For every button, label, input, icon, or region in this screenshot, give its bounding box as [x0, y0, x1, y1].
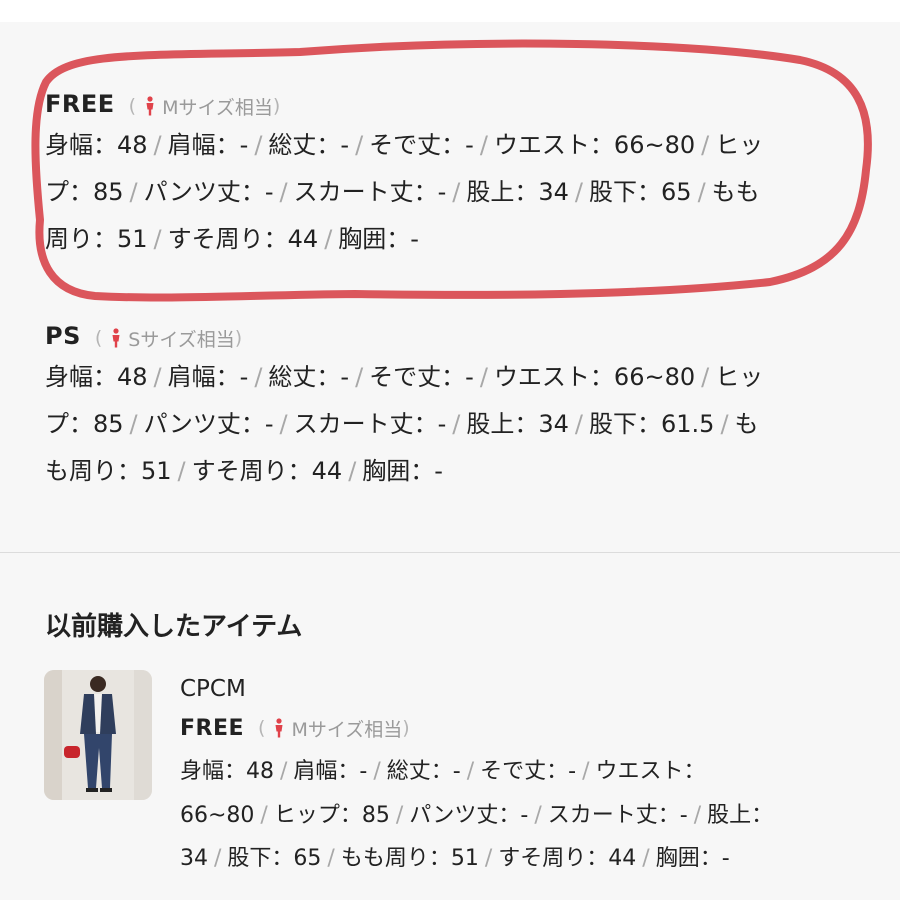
measure-sleeve: そで丈：-: [480, 759, 577, 784]
measure-hip: ヒップ：85: [273, 802, 390, 828]
previous-item-info[interactable]: CPCM FREE ( Mサイズ相当 ) 身幅：48/肩幅：- / 総丈：- / そで丈…: [180, 672, 870, 881]
measure-thigh: も周り：51: [45, 457, 172, 485]
size-equivalent-text: Mサイズ相当: [162, 96, 273, 119]
person-icon: [146, 96, 154, 116]
paren-open: (: [258, 717, 266, 739]
paren-open: (: [94, 327, 103, 349]
measure-hem: すそ周り：44: [191, 457, 343, 485]
section-title-previous-items: 以前購入したアイテム: [45, 612, 303, 642]
measure-hem: すそ周り：44: [167, 225, 319, 253]
size-name: FREE: [45, 90, 115, 118]
measurement-line: 34/股下：65/もも周り：51/すそ周り：44/胸囲：-: [180, 846, 730, 871]
size-equivalent-text: Mサイズ相当: [291, 718, 403, 741]
measure-chest: 胸囲：-: [655, 846, 730, 871]
measurement-line: プ：85/パンツ丈：- / スカート丈：- / 股上：34/股下：61.5/も: [45, 410, 759, 438]
measure-width: 身幅：48: [45, 363, 148, 391]
measure-length: 総丈：-: [386, 759, 461, 784]
paren-close: ): [402, 717, 410, 739]
measurement-line: プ：85/パンツ丈：- / スカート丈：- / 股上：34/股下：65/もも: [45, 178, 760, 206]
size-header: FREE ( Mサイズ相当 ): [45, 90, 865, 122]
paren-close: ): [234, 327, 243, 349]
measure-hem: すそ周り：44: [498, 846, 637, 871]
measure-hip-part: ヒッ: [715, 363, 764, 391]
measure-shoulder: 肩幅：-: [167, 363, 249, 391]
measure-hip-part: ヒッ: [715, 131, 764, 159]
measure-hip: プ：85: [45, 178, 124, 206]
measure-rise-value: 34: [180, 846, 208, 871]
measure-sleeve: そで丈：-: [369, 363, 474, 391]
top-strip: [0, 0, 900, 22]
product-thumbnail[interactable]: [44, 670, 152, 800]
item-brand: CPCM: [180, 676, 246, 702]
measurement-line: 周り：51/すそ周り：44/胸囲：-: [45, 225, 419, 253]
size-header: FREE ( Mサイズ相当 ): [180, 706, 870, 750]
measure-shoulder: 肩幅：-: [293, 759, 368, 784]
measure-waist: ウエスト：66~80: [493, 363, 696, 391]
paren-close: ): [272, 95, 281, 117]
size-block-free: FREE ( Mサイズ相当 ) 身幅：48/肩幅：- / 総丈：- / そで丈：- / ウエ…: [45, 90, 865, 263]
measure-pants-length: パンツ丈：-: [143, 410, 274, 438]
person-icon: [112, 328, 120, 348]
person-icon: [275, 718, 283, 738]
measure-rise: 股上：34: [466, 178, 569, 206]
measure-width: 身幅：48: [180, 759, 274, 784]
measure-thigh-part: も: [734, 410, 759, 438]
measure-pants-length: パンツ丈：-: [143, 178, 274, 206]
measurement-line: 身幅：48/肩幅：- / 総丈：- / そで丈：- / ウエスト：: [180, 759, 706, 784]
size-equivalent: ( Mサイズ相当 ): [258, 715, 410, 742]
measure-width: 身幅：48: [45, 131, 148, 159]
measure-sleeve: そで丈：-: [369, 131, 474, 159]
measure-hip: プ：85: [45, 410, 124, 438]
measure-waist-value: 66~80: [180, 802, 255, 828]
size-block-ps: PS ( Sサイズ相当 ) 身幅：48/肩幅：- / 総丈：- / そで丈：- / ウエスト…: [45, 322, 865, 495]
measure-inseam: 股下：65: [227, 846, 322, 871]
measure-rise-label: 股上：: [707, 802, 774, 828]
measure-chest: 胸囲：-: [338, 225, 419, 253]
size-equivalent-text: Sサイズ相当: [128, 328, 235, 351]
measurement-line: 身幅：48/肩幅：- / 総丈：- / そで丈：- / ウエスト：66~80/ヒッ: [45, 131, 764, 159]
measure-chest: 胸囲：-: [362, 457, 443, 485]
measure-length: 総丈：-: [268, 363, 350, 391]
paren-open: (: [128, 95, 137, 117]
measurement-line: も周り：51/すそ周り：44/胸囲：-: [45, 457, 443, 485]
size-equivalent: ( Sサイズ相当 ): [95, 325, 242, 352]
measure-skirt-length: スカート丈：-: [293, 178, 447, 206]
measure-rise: 股上：34: [466, 410, 569, 438]
measure-skirt-length: スカート丈：-: [293, 410, 447, 438]
size-equivalent: ( Mサイズ相当 ): [129, 93, 281, 120]
measure-thigh: 周り：51: [45, 225, 148, 253]
size-name: FREE: [180, 715, 245, 741]
size-name: PS: [45, 322, 81, 350]
measure-inseam: 股下：65: [589, 178, 692, 206]
measure-inseam: 股下：61.5: [589, 410, 715, 438]
measure-skirt-length: スカート丈：-: [547, 802, 688, 828]
measure-thigh-part: もも: [711, 178, 760, 206]
size-header: PS ( Sサイズ相当 ): [45, 322, 865, 354]
measure-thigh: もも周り：51: [340, 846, 479, 871]
product-photo-icon: [44, 670, 152, 800]
measurement-line: 身幅：48/肩幅：- / 総丈：- / そで丈：- / ウエスト：66~80/ヒッ: [45, 363, 764, 391]
measure-waist: ウエスト：66~80: [493, 131, 696, 159]
measure-waist-label: ウエスト：: [595, 759, 706, 784]
measure-shoulder: 肩幅：-: [167, 131, 249, 159]
section-divider: [0, 552, 900, 553]
measure-pants-length: パンツ丈：-: [409, 802, 529, 828]
measure-length: 総丈：-: [268, 131, 350, 159]
measurement-line: 66~80/ヒップ：85/パンツ丈：- / スカート丈：- / 股上：: [180, 802, 774, 828]
